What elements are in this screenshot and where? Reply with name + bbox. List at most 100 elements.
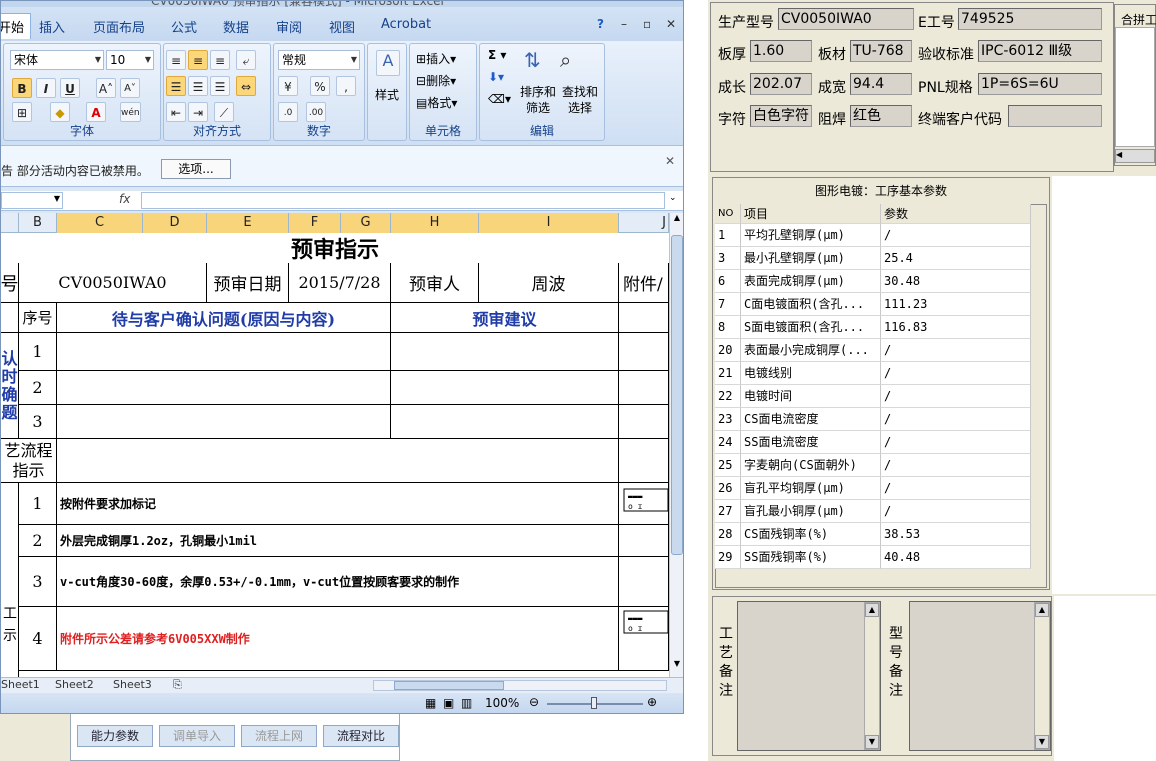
- merge-hscroll[interactable]: ◀: [1115, 149, 1155, 163]
- formula-input[interactable]: [141, 192, 665, 209]
- tab-home[interactable]: 开始: [1, 13, 32, 39]
- acceptance-field[interactable]: IPC-6012 Ⅲ级: [978, 40, 1102, 62]
- confirm-issue-cell[interactable]: [57, 405, 391, 439]
- decrease-decimal-icon[interactable]: .00: [306, 102, 326, 122]
- close-message-icon[interactable]: ✕: [665, 154, 675, 168]
- column-header[interactable]: F: [289, 213, 341, 233]
- increase-indent-icon[interactable]: ⇥: [188, 102, 208, 122]
- blank-cell[interactable]: [619, 525, 669, 557]
- options-button[interactable]: 选项...: [161, 159, 231, 179]
- close-icon[interactable]: ✕: [666, 17, 676, 31]
- align-right-icon[interactable]: ☰: [210, 76, 230, 96]
- process-note-field[interactable]: ▲ ▼: [737, 601, 881, 751]
- confirm-issue-cell[interactable]: [57, 371, 391, 405]
- tab-view[interactable]: 视图: [329, 17, 355, 36]
- column-header[interactable]: J: [619, 213, 669, 233]
- decrease-indent-icon[interactable]: ⇤: [166, 102, 186, 122]
- vertical-scrollbar[interactable]: ▲ ▼: [669, 213, 683, 677]
- attachment-icon[interactable]: ▬▬▬ o ɪ: [619, 607, 669, 671]
- percent-icon[interactable]: %: [310, 76, 330, 96]
- underline-button[interactable]: U: [60, 78, 80, 98]
- part-number-cell[interactable]: CV0050IWA0: [19, 263, 207, 303]
- column-header[interactable]: B: [19, 213, 57, 233]
- process-compare-button[interactable]: 流程对比: [323, 725, 399, 747]
- length-field[interactable]: 202.07: [750, 73, 812, 95]
- align-bottom-icon[interactable]: ≡: [210, 50, 230, 70]
- instruction-text[interactable]: v-cut角度30-60度，余厚0.53+/-0.1mm，v-cut位置按顾客要…: [57, 557, 619, 607]
- tab-acrobat[interactable]: Acrobat: [381, 17, 431, 32]
- fx-icon[interactable]: fx: [119, 192, 130, 206]
- confirm-issue-cell[interactable]: [57, 333, 391, 371]
- help-icon[interactable]: ?: [597, 17, 604, 31]
- column-header[interactable]: D: [143, 213, 207, 233]
- column-header[interactable]: G: [341, 213, 391, 233]
- scroll-down-icon[interactable]: ▼: [865, 735, 879, 749]
- grow-font-button[interactable]: A˄: [96, 78, 116, 98]
- restore-icon[interactable]: ▫: [643, 17, 651, 31]
- currency-icon[interactable]: ¥: [278, 76, 298, 96]
- solder-mask-field[interactable]: 红色: [850, 105, 912, 127]
- attachment-icon[interactable]: ▬▬▬ o ɪ: [619, 483, 669, 525]
- align-left-icon[interactable]: ☰: [166, 76, 186, 96]
- param-header-cell[interactable]: 参数: [881, 204, 1031, 224]
- page-break-icon[interactable]: ▥: [461, 696, 472, 710]
- pnl-field[interactable]: 1P=6S=6U: [978, 73, 1102, 95]
- scroll-down-icon[interactable]: ▼: [671, 659, 683, 673]
- column-header[interactable]: I: [479, 213, 619, 233]
- board-thickness-field[interactable]: 1.60: [750, 40, 812, 62]
- wrap-text-icon[interactable]: ⤶: [236, 50, 256, 70]
- phonetic-icon[interactable]: wén: [120, 102, 141, 122]
- merge-center-icon[interactable]: ⇔: [236, 76, 256, 96]
- blank-cell[interactable]: [619, 371, 669, 405]
- new-sheet-icon[interactable]: ⎘: [173, 678, 182, 692]
- delete-cells-button[interactable]: ⊟删除▾: [416, 72, 456, 89]
- orientation-icon[interactable]: ⟋: [214, 102, 234, 122]
- product-model-field[interactable]: CV0050IWA0: [778, 8, 914, 30]
- process-online-button[interactable]: 流程上网: [241, 725, 317, 747]
- column-header[interactable]: C: [57, 213, 143, 233]
- import-order-button[interactable]: 调单导入: [159, 725, 235, 747]
- bold-button[interactable]: B: [12, 78, 32, 98]
- blank-cell[interactable]: [619, 557, 669, 607]
- scroll-down-icon[interactable]: ▼: [1035, 735, 1049, 749]
- page-layout-icon[interactable]: ▣: [443, 696, 454, 710]
- sheet-tab-1[interactable]: Sheet1: [1, 678, 40, 691]
- confirm-suggestion-cell[interactable]: [391, 371, 619, 405]
- style-label[interactable]: 样式: [368, 86, 406, 103]
- scroll-up-icon[interactable]: ▲: [1035, 603, 1049, 617]
- minimize-icon[interactable]: –: [621, 17, 627, 31]
- sort-filter-button[interactable]: 排序和筛选: [518, 84, 558, 116]
- sheet-tab-2[interactable]: Sheet2: [55, 678, 94, 691]
- font-name-combo[interactable]: 宋体 ▼: [10, 50, 104, 70]
- shrink-font-button[interactable]: A˅: [120, 78, 140, 98]
- model-note-field[interactable]: ▲ ▼: [909, 601, 1051, 751]
- tab-insert[interactable]: 插入: [39, 17, 65, 36]
- capability-params-button[interactable]: 能力参数: [77, 725, 153, 747]
- width-field[interactable]: 94.4: [850, 73, 912, 95]
- merge-list[interactable]: [1115, 27, 1155, 147]
- insert-cells-button[interactable]: ⊞插入▾: [416, 50, 456, 67]
- font-color-icon[interactable]: A: [86, 102, 106, 122]
- param-header-cell[interactable]: 项目: [741, 204, 881, 224]
- instruction-text[interactable]: 外层完成铜厚1.2oz，孔铜最小1mil: [57, 525, 619, 557]
- scroll-thumb[interactable]: [671, 235, 683, 555]
- autosum-icon[interactable]: Σ ▾: [488, 48, 506, 62]
- fill-color-icon[interactable]: ◆: [50, 102, 70, 122]
- date-cell[interactable]: 2015/7/28: [289, 263, 391, 303]
- fill-icon[interactable]: ⬇▾: [488, 70, 504, 84]
- border-icon[interactable]: ⊞: [12, 102, 32, 122]
- style-icon[interactable]: A: [376, 50, 400, 76]
- confirm-suggestion-cell[interactable]: [391, 405, 619, 439]
- column-header-a[interactable]: [1, 213, 19, 233]
- e-number-field[interactable]: 749525: [958, 8, 1102, 30]
- tab-review[interactable]: 审阅: [276, 17, 302, 36]
- scroll-up-icon[interactable]: ▲: [671, 213, 683, 227]
- end-customer-field[interactable]: [1008, 105, 1102, 127]
- instruction-text[interactable]: 按附件要求加标记: [57, 483, 619, 525]
- zoom-out-icon[interactable]: ⊖: [529, 695, 539, 709]
- material-field[interactable]: TU-768: [850, 40, 912, 62]
- normal-view-icon[interactable]: ▦: [425, 696, 436, 710]
- blank-cell[interactable]: [619, 333, 669, 371]
- h-scroll-thumb[interactable]: [394, 681, 504, 690]
- horizontal-scrollbar[interactable]: [373, 680, 667, 691]
